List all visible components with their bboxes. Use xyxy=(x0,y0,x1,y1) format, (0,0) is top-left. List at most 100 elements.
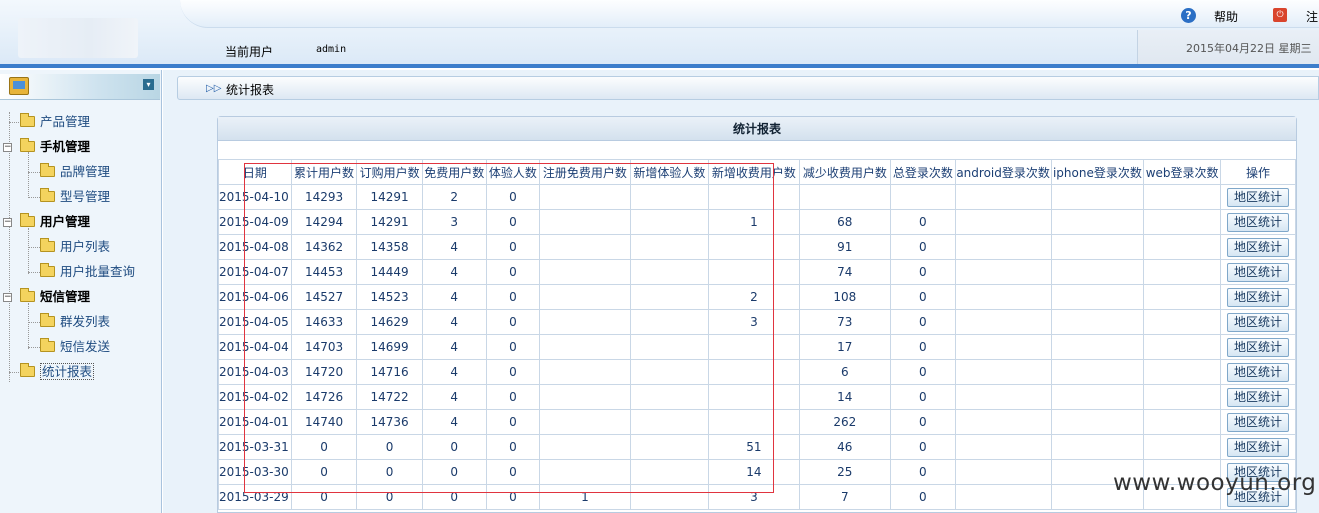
sidebar-item-user-batch-query[interactable]: 用户批量查询 xyxy=(40,262,135,282)
table-cell xyxy=(629,334,710,360)
region-stats-button[interactable]: 地区统计 xyxy=(1227,212,1289,232)
sidebar-item-statistics-report[interactable]: 统计报表 xyxy=(20,362,95,382)
date-cell: 2015-04-07 xyxy=(218,259,292,285)
help-link[interactable]: 帮助 xyxy=(1214,8,1238,25)
table-cell xyxy=(629,259,710,285)
region-stats-button[interactable]: 地区统计 xyxy=(1227,287,1289,307)
sidebar-item-brand-management[interactable]: 品牌管理 xyxy=(40,162,110,182)
date-cell: 2015-03-29 xyxy=(218,484,292,510)
table-cell: 0 xyxy=(485,209,541,235)
tree-line xyxy=(9,112,10,382)
table-cell xyxy=(1050,334,1145,360)
action-cell: 地区统计 xyxy=(1220,209,1296,235)
table-cell xyxy=(629,484,710,510)
table-cell: 0 xyxy=(485,359,541,385)
folder-icon xyxy=(20,113,35,127)
sidebar-item-label: 型号管理 xyxy=(60,189,111,204)
table-cell: 0 xyxy=(485,434,541,460)
region-stats-button[interactable]: 地区统计 xyxy=(1227,262,1289,282)
tree-line xyxy=(28,172,40,173)
region-stats-button[interactable]: 地区统计 xyxy=(1227,237,1289,257)
action-cell: 地区统计 xyxy=(1220,234,1296,260)
table-cell: 0 xyxy=(890,234,956,260)
table-cell: 0 xyxy=(485,284,541,310)
table-cell: 14453 xyxy=(290,259,358,285)
table-cell xyxy=(954,309,1052,335)
table-cell: 0 xyxy=(890,209,956,235)
main-content: ▷▷ 统计报表 统计报表 日期 累计用户数 订购用户数 免费用户数 体验人数 注册免费用户… xyxy=(163,70,1319,513)
table-cell xyxy=(1050,284,1145,310)
action-cell: 地区统计 xyxy=(1220,284,1296,310)
logout-icon[interactable]: ⏻ xyxy=(1273,8,1287,22)
region-stats-button[interactable]: 地区统计 xyxy=(1227,387,1289,407)
sidebar-item-bulk-send-list[interactable]: 群发列表 xyxy=(40,312,110,332)
tree-line xyxy=(28,322,40,323)
date-cell: 2015-03-30 xyxy=(218,459,292,485)
table-cell: 14699 xyxy=(356,334,423,360)
collapse-node-icon[interactable]: − xyxy=(3,143,12,152)
table-cell: 3 xyxy=(708,309,800,335)
table-cell xyxy=(539,384,631,410)
current-user-label: 当前用户 xyxy=(225,45,274,59)
region-stats-button[interactable]: 地区统计 xyxy=(1227,437,1289,457)
sidebar-item-sms-management[interactable]: 短信管理 xyxy=(20,287,90,307)
table-cell: 2 xyxy=(708,284,800,310)
table-cell: 0 xyxy=(290,434,358,460)
region-stats-button[interactable]: 地区统计 xyxy=(1227,412,1289,432)
table-cell: 14291 xyxy=(356,209,423,235)
table-cell xyxy=(708,184,800,210)
sidebar-item-phone-management[interactable]: 手机管理 xyxy=(20,137,90,157)
table-row: 2015-04-09 14294 14291 3 0 1 68 0 地区统计 xyxy=(218,209,1296,235)
table-cell: 51 xyxy=(708,434,800,460)
table-cell xyxy=(539,359,631,385)
table-cell: 0 xyxy=(485,384,541,410)
folder-open-icon xyxy=(20,213,35,227)
table-cell: 0 xyxy=(890,334,956,360)
table-cell: 1 xyxy=(708,209,800,235)
table-cell xyxy=(954,209,1052,235)
help-icon[interactable]: ? xyxy=(1181,8,1196,23)
table-cell: 4 xyxy=(421,234,487,260)
table-cell xyxy=(539,259,631,285)
table-cell xyxy=(629,384,710,410)
table-cell: 0 xyxy=(890,284,956,310)
action-cell: 地区统计 xyxy=(1220,334,1296,360)
table-cell: 74 xyxy=(798,259,892,285)
watermark: www.wooyun.org xyxy=(1113,470,1317,496)
sidebar-item-product-management[interactable]: 产品管理 xyxy=(20,112,90,132)
table-row: 2015-04-05 14633 14629 4 0 3 73 0 地区统计 xyxy=(218,309,1296,335)
table-cell: 73 xyxy=(798,309,892,335)
collapse-icon[interactable]: ▾ xyxy=(143,79,154,90)
table-cell: 14736 xyxy=(356,409,423,435)
folder-icon xyxy=(40,313,55,327)
table-cell xyxy=(954,259,1052,285)
table-cell xyxy=(1143,184,1221,210)
table-cell xyxy=(954,409,1052,435)
table-cell xyxy=(954,234,1052,260)
table-row: 2015-04-06 14527 14523 4 0 2 108 0 地区统计 xyxy=(218,284,1296,310)
table-cell: 4 xyxy=(421,359,487,385)
table-cell: 3 xyxy=(708,484,800,510)
table-cell xyxy=(539,459,631,485)
sidebar-item-user-list[interactable]: 用户列表 xyxy=(40,237,110,257)
column-header: 累计用户数 xyxy=(290,159,358,185)
collapse-node-icon[interactable]: − xyxy=(3,293,12,302)
column-header: 体验人数 xyxy=(485,159,541,185)
table-cell xyxy=(629,234,710,260)
region-stats-button[interactable]: 地区统计 xyxy=(1227,312,1289,332)
sidebar-item-send-sms[interactable]: 短信发送 xyxy=(40,337,110,357)
collapse-node-icon[interactable]: − xyxy=(3,218,12,227)
logout-link[interactable]: 注 xyxy=(1306,8,1318,25)
region-stats-button[interactable]: 地区统计 xyxy=(1227,187,1289,207)
region-stats-button[interactable]: 地区统计 xyxy=(1227,337,1289,357)
table-cell: 0 xyxy=(485,259,541,285)
date-cell: 2015-03-31 xyxy=(218,434,292,460)
region-stats-button[interactable]: 地区统计 xyxy=(1227,362,1289,382)
date-cell: 2015-04-01 xyxy=(218,409,292,435)
sidebar-item-label: 用户批量查询 xyxy=(60,264,136,279)
table-cell: 14703 xyxy=(290,334,358,360)
sidebar-item-model-management[interactable]: 型号管理 xyxy=(40,187,110,207)
folder-open-icon xyxy=(20,138,35,152)
panel-header: 统计报表 xyxy=(218,117,1296,141)
sidebar-item-user-management[interactable]: 用户管理 xyxy=(20,212,90,232)
